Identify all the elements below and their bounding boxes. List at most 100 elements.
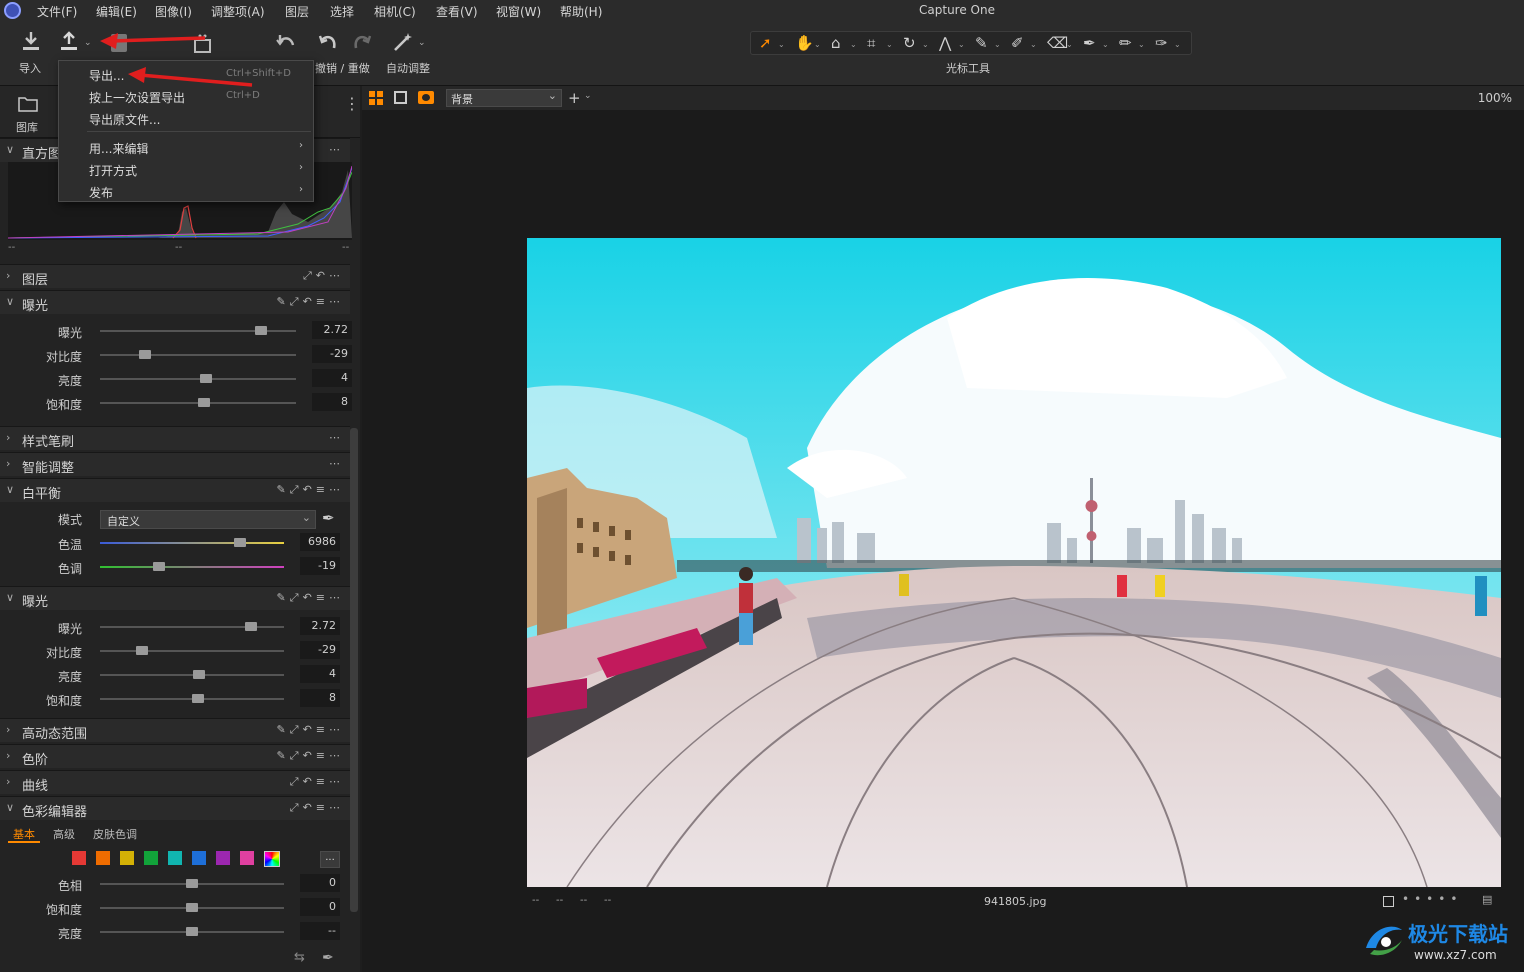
- slider-thumb[interactable]: [152, 562, 165, 571]
- chevron-down-icon[interactable]: ⌄: [1030, 40, 1037, 49]
- export-icon[interactable]: [58, 30, 80, 52]
- slider-thumb[interactable]: [199, 374, 212, 383]
- slider-track[interactable]: [100, 674, 284, 676]
- slider-track[interactable]: [100, 566, 284, 568]
- levels-header[interactable]: › 色阶 ✎⤢↶≡⋯: [0, 744, 350, 768]
- undo-icon[interactable]: [318, 32, 338, 52]
- slider-track[interactable]: [100, 650, 284, 652]
- slider-value-field[interactable]: 6986: [300, 533, 340, 551]
- slider-thumb[interactable]: [139, 350, 152, 359]
- slider-value-field[interactable]: 0: [300, 898, 340, 916]
- single-view-icon[interactable]: [394, 91, 407, 104]
- exposure-header-2[interactable]: ∨ 曝光 ✎⤢↶≡⋯: [0, 586, 350, 610]
- grid-view-icon[interactable]: [369, 91, 383, 105]
- menu-image[interactable]: 图像(I): [155, 3, 192, 20]
- chevron-down-icon[interactable]: ⌄: [850, 40, 857, 49]
- auto-adjust-chevron-down-icon[interactable]: ⌄: [418, 38, 426, 48]
- slider-thumb[interactable]: [136, 646, 149, 655]
- pan-hand-icon[interactable]: ✋: [795, 34, 814, 52]
- slider-thumb[interactable]: [197, 398, 210, 407]
- slider-value-field[interactable]: 8: [300, 689, 340, 707]
- menu-view[interactable]: 查看(V): [436, 3, 478, 20]
- menu-item-publish[interactable]: 发布 ›: [59, 180, 313, 202]
- menu-item-export-originals[interactable]: 导出原文件...: [59, 107, 313, 129]
- color-editor-header[interactable]: ∨ 色彩编辑器 ⤢↶≡⋯: [0, 796, 350, 820]
- exposure-header[interactable]: ∨ 曝光 ✎⤢↶≡⋯: [0, 290, 350, 314]
- color-swatch[interactable]: [144, 851, 158, 865]
- menu-edit[interactable]: 编辑(E): [96, 3, 137, 20]
- slider-value-field[interactable]: 2.72: [312, 321, 352, 339]
- color-swatch[interactable]: [96, 851, 110, 865]
- slider-thumb[interactable]: [186, 879, 198, 888]
- menu-file[interactable]: 文件(F): [37, 3, 77, 20]
- redo-icon[interactable]: [352, 32, 372, 52]
- color-swatch[interactable]: [240, 851, 254, 865]
- chevron-down-icon[interactable]: ⌄: [1174, 40, 1181, 49]
- color-picker-icon[interactable]: ✒: [1083, 34, 1096, 52]
- white-balance-header[interactable]: ∨ 白平衡 ✎⤢↶≡⋯: [0, 478, 350, 502]
- menu-layers[interactable]: 图层: [285, 3, 309, 20]
- slider-value-field[interactable]: -29: [300, 641, 340, 659]
- tab-color-advanced[interactable]: 高级: [53, 826, 75, 842]
- rotate-icon[interactable]: ↻: [903, 34, 916, 52]
- menu-item-edit-with[interactable]: 用...来编辑 ›: [59, 136, 313, 158]
- more-vertical-icon[interactable]: ⋮: [344, 96, 360, 112]
- chevron-down-icon[interactable]: ⌄: [922, 40, 929, 49]
- library-folder-icon[interactable]: [18, 96, 38, 112]
- more-colors-button[interactable]: ...: [320, 851, 340, 868]
- chevron-down-icon[interactable]: ⌄: [1066, 40, 1073, 49]
- slider-track[interactable]: [100, 378, 296, 380]
- crop-icon[interactable]: ⌗: [867, 34, 875, 52]
- select-cursor-icon[interactable]: ➚: [759, 34, 772, 52]
- layers-header[interactable]: › 图层 ⤢↶⋯: [0, 264, 350, 288]
- smart-adjust-header[interactable]: › 智能调整 ⋯: [0, 452, 350, 476]
- copy-adjustments-icon[interactable]: [192, 32, 214, 54]
- wb-picker-icon[interactable]: ✒: [322, 509, 335, 527]
- color-swatch[interactable]: [120, 851, 134, 865]
- color-picker-icon[interactable]: ✒: [322, 950, 334, 966]
- layer-select[interactable]: 背景 ⌄: [446, 89, 562, 107]
- layers-ops-icon[interactable]: ⤢↶⋯: [303, 269, 344, 283]
- color-swatch[interactable]: [192, 851, 206, 865]
- menu-help[interactable]: 帮助(H): [560, 3, 602, 20]
- chevron-down-icon[interactable]: ⌄: [778, 40, 785, 49]
- chevron-down-icon[interactable]: ⌄: [886, 40, 893, 49]
- color-wheel-icon[interactable]: [264, 851, 280, 867]
- menu-adjustments[interactable]: 调整项(A): [211, 3, 265, 20]
- proof-eye-icon[interactable]: [418, 91, 434, 104]
- export-chevron-down-icon[interactable]: ⌄: [84, 38, 92, 48]
- exposure-ops-icon[interactable]: ✎⤢↶≡⋯: [277, 295, 344, 309]
- menu-window[interactable]: 视窗(W): [496, 3, 541, 20]
- rating-dots-icon[interactable]: •••••: [1402, 892, 1462, 906]
- exposure-ops-icon[interactable]: ✎⤢↶≡⋯: [277, 591, 344, 605]
- tab-color-skin[interactable]: 皮肤色调: [93, 826, 137, 842]
- slider-track[interactable]: [100, 354, 296, 356]
- color-editor-ops-icon[interactable]: ⤢↶≡⋯: [290, 801, 344, 815]
- swap-icon[interactable]: ⇆: [294, 950, 305, 965]
- slider-thumb[interactable]: [186, 927, 198, 936]
- slider-thumb[interactable]: [244, 622, 257, 631]
- brush-icon[interactable]: ✏: [1119, 34, 1132, 52]
- chevron-down-icon[interactable]: ⌄: [1138, 40, 1145, 49]
- levels-ops-icon[interactable]: ✎⤢↶≡⋯: [277, 749, 344, 763]
- chevron-down-icon[interactable]: ⌄: [994, 40, 1001, 49]
- left-panel-scrollbar[interactable]: [350, 428, 358, 912]
- menu-item-open-with[interactable]: 打开方式 ›: [59, 158, 313, 180]
- photo-preview[interactable]: [527, 238, 1501, 887]
- slider-thumb[interactable]: [191, 694, 204, 703]
- spot-remove-icon[interactable]: ✎: [975, 34, 988, 52]
- keystone-icon[interactable]: ⋀: [939, 34, 951, 52]
- color-swatch[interactable]: [72, 851, 86, 865]
- slider-track[interactable]: [100, 542, 284, 544]
- more-icon[interactable]: ⋯: [329, 431, 344, 444]
- color-swatch[interactable]: [216, 851, 230, 865]
- chevron-down-icon[interactable]: ⌄: [1102, 40, 1109, 49]
- slider-value-field[interactable]: -19: [300, 557, 340, 575]
- zoom-level[interactable]: 100%: [1478, 91, 1512, 105]
- menu-item-export[interactable]: 导出... Ctrl+Shift+D: [59, 63, 313, 85]
- add-layer-icon[interactable]: +: [568, 89, 581, 107]
- slider-thumb[interactable]: [193, 670, 206, 679]
- more-icon[interactable]: ⋯: [329, 457, 344, 470]
- chevron-down-icon[interactable]: ⌄: [584, 91, 592, 101]
- rating-box-icon[interactable]: [1383, 896, 1394, 907]
